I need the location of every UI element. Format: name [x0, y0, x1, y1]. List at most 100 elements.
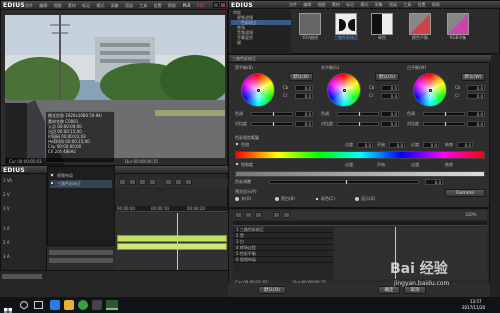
seq-ruler[interactable]: [233, 221, 487, 226]
cb-field[interactable]: 0.0: [467, 85, 485, 91]
hue-spectrum-bar[interactable]: [235, 151, 485, 159]
wheel-handle[interactable]: [428, 88, 432, 92]
hue-slider[interactable]: [423, 111, 465, 117]
track-label[interactable]: 1 A: [3, 226, 10, 231]
menu-file[interactable]: 文件: [25, 3, 33, 8]
zoom-level[interactable]: 100%: [465, 212, 476, 217]
menu-clip[interactable]: 素材: [68, 3, 76, 8]
slider-thumb[interactable]: [272, 121, 275, 127]
range-field[interactable]: 0.0: [389, 142, 405, 148]
radio-selected[interactable]: [315, 197, 319, 201]
contrast-slider[interactable]: [337, 121, 379, 127]
menu-view[interactable]: 视图: [54, 3, 62, 8]
wheel-handle[interactable]: [342, 88, 346, 92]
white-color-wheel[interactable]: [413, 73, 447, 107]
task-view-icon[interactable]: [34, 301, 43, 309]
hue-slider[interactable]: [337, 111, 379, 117]
rewind-icon[interactable]: [119, 179, 126, 185]
in-point-icon[interactable]: [175, 179, 182, 185]
edius-taskbar-icon[interactable]: [106, 300, 118, 310]
cr-field[interactable]: 0.0: [295, 93, 313, 99]
search-icon[interactable]: [20, 301, 28, 309]
contrast-slider[interactable]: [251, 121, 293, 127]
range-field[interactable]: 0.0: [423, 142, 439, 148]
saturation-bar[interactable]: [235, 171, 485, 177]
out-point-icon[interactable]: [185, 179, 192, 185]
track-label[interactable]: 3 A: [3, 254, 10, 259]
close-icon[interactable]: [220, 2, 226, 8]
saturation-slider[interactable]: [269, 179, 419, 185]
radio[interactable]: [235, 197, 239, 201]
contrast-field[interactable]: 0.0: [467, 121, 485, 127]
bin-row[interactable]: [49, 258, 113, 263]
menu-edit[interactable]: 编辑: [303, 2, 311, 7]
menu-capture[interactable]: 采集: [375, 2, 383, 7]
slider-thumb[interactable]: [358, 111, 361, 117]
hue-field[interactable]: 0.0: [381, 111, 399, 117]
cr-field[interactable]: 0.0: [467, 93, 485, 99]
radio[interactable]: [275, 197, 279, 201]
gray-color-wheel[interactable]: [327, 73, 361, 107]
slider-thumb[interactable]: [272, 111, 275, 117]
play-icon[interactable]: [129, 179, 136, 185]
reset-white-button[interactable]: 默认(W): [461, 73, 485, 81]
reset-black-button[interactable]: 默认(B): [289, 73, 313, 81]
track-label[interactable]: 3 V: [3, 206, 10, 211]
menu-mode[interactable]: 模式: [360, 2, 368, 7]
playhead[interactable]: [177, 213, 178, 271]
info-row[interactable]: 视频布局: [50, 172, 112, 180]
gamma-button[interactable]: Gamma: [445, 189, 485, 197]
menu-marker[interactable]: 标记: [82, 3, 90, 8]
effect-thumb-three-way[interactable]: 三路色彩校正: [329, 13, 363, 47]
menu-clip[interactable]: 素材: [332, 2, 340, 7]
checkbox[interactable]: [235, 142, 239, 146]
seq-fwd-icon[interactable]: [255, 212, 262, 218]
range-field[interactable]: 0.0: [357, 142, 373, 148]
menu-edit[interactable]: 编辑: [39, 3, 47, 8]
cb-field[interactable]: 0.0: [295, 85, 313, 91]
timeline-ruler[interactable]: 00:00:00 00:00:10 00:00:20: [115, 206, 229, 212]
menu-settings[interactable]: 设置: [154, 3, 162, 8]
folder-icon[interactable]: [64, 300, 74, 310]
sat-field[interactable]: 0.0: [425, 179, 443, 185]
seq-cut-icon[interactable]: [273, 212, 280, 218]
rec-label[interactable]: REC: [197, 3, 205, 8]
plr-label[interactable]: PLR: [183, 3, 190, 8]
cb-field[interactable]: 0.0: [381, 85, 399, 91]
menu-capture[interactable]: 采集: [111, 3, 119, 8]
forward-icon[interactable]: [149, 179, 156, 185]
effect-thumb-rgb-balance[interactable]: RGB平衡: [443, 13, 473, 47]
start-icon[interactable]: [4, 301, 12, 313]
track-label[interactable]: 2 V: [3, 192, 10, 197]
reset-gray-button[interactable]: 默认(G): [375, 73, 399, 81]
menu-mode[interactable]: 模式: [96, 3, 104, 8]
menu-tools[interactable]: 工具: [139, 3, 147, 8]
video-clip[interactable]: [117, 243, 227, 250]
contrast-slider[interactable]: [423, 121, 465, 127]
seq-link-icon[interactable]: [283, 212, 290, 218]
checkbox[interactable]: [50, 181, 54, 185]
app-icon[interactable]: [92, 300, 102, 310]
slider-thumb[interactable]: [444, 121, 447, 127]
checkbox[interactable]: [235, 162, 239, 166]
effect-thumb-yuv-curve[interactable]: YUV曲线: [297, 13, 323, 47]
effect-thumb-color-balance[interactable]: 颜色平衡: [405, 13, 435, 47]
info-row[interactable]: 三路色彩校正: [50, 180, 112, 188]
effect-thumb-monotone[interactable]: 单色: [369, 13, 395, 47]
wheel-handle[interactable]: [256, 88, 260, 92]
range-field[interactable]: 0.0: [457, 142, 473, 148]
contrast-field[interactable]: 0.0: [295, 121, 313, 127]
seq-track[interactable]: 6 视频布局: [233, 257, 333, 263]
track-label[interactable]: 2 A: [3, 240, 10, 245]
menu-render[interactable]: 渲染: [125, 3, 133, 8]
menu-tools[interactable]: 工具: [403, 2, 411, 7]
seq-back-icon[interactable]: [235, 212, 242, 218]
hue-field[interactable]: 0.0: [295, 111, 313, 117]
edge-icon[interactable]: [50, 300, 60, 310]
cr-field[interactable]: 0.0: [381, 93, 399, 99]
hue-field[interactable]: 0.0: [467, 111, 485, 117]
menu-help[interactable]: 帮助: [168, 3, 176, 8]
menu-file[interactable]: 文件: [289, 2, 297, 7]
menu-help[interactable]: 帮助: [432, 2, 440, 7]
slider-thumb[interactable]: [444, 111, 447, 117]
